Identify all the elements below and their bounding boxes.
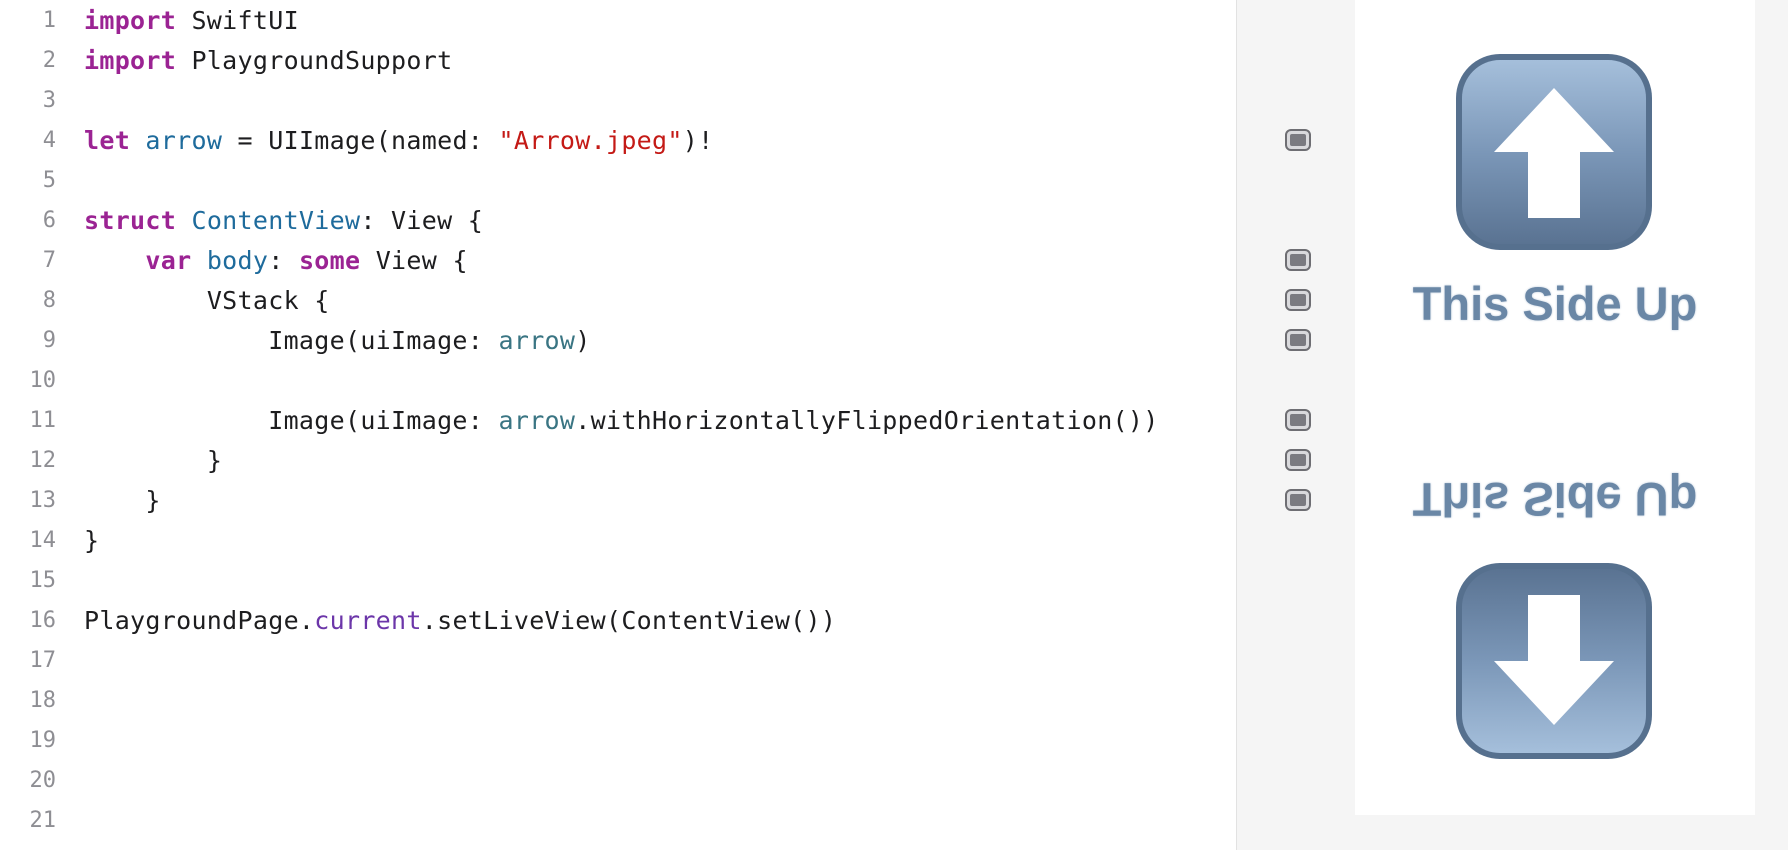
code-text: }	[84, 525, 100, 555]
quick-look-result-icon[interactable]	[1285, 409, 1311, 431]
code-line-7[interactable]: 7 var body: some View {	[0, 240, 468, 280]
line-number: 11	[29, 407, 57, 433]
code-editor[interactable]: 1 import SwiftUI 2 import PlaygroundSupp…	[0, 0, 1236, 850]
line-number: 19	[29, 727, 57, 753]
code-line-10[interactable]: 10	[0, 360, 57, 400]
line-number: 5	[42, 167, 56, 193]
code-text: PlaygroundPage.	[84, 605, 315, 635]
code-text: )	[575, 325, 591, 355]
variable-name: arrow	[145, 125, 223, 155]
property-name: current	[314, 605, 422, 635]
line-number: 9	[42, 327, 56, 353]
line-number: 14	[29, 527, 57, 553]
line-number: 2	[42, 47, 56, 73]
keyword: let	[84, 125, 131, 155]
code-text: .withHorizontallyFlippedOrientation())	[575, 405, 1159, 435]
code-line-3[interactable]: 3	[0, 80, 56, 120]
code-line-8[interactable]: 8 VStack {	[0, 280, 330, 320]
code-line-11[interactable]: 11 Image(uiImage: arrow.withHorizontally…	[0, 400, 1159, 440]
line-number: 10	[29, 367, 57, 393]
code-text: Image(uiImage:	[268, 405, 499, 435]
line-number: 3	[42, 87, 56, 113]
code-line-18[interactable]: 18	[0, 680, 57, 720]
code-text: = UIImage(named:	[222, 125, 499, 155]
line-number: 12	[29, 447, 57, 473]
variable-reference: arrow	[498, 325, 576, 355]
code-line-14[interactable]: 14 }	[0, 520, 100, 560]
quick-look-result-icon[interactable]	[1285, 129, 1311, 151]
line-number: 7	[42, 247, 56, 273]
keyword: some	[298, 245, 361, 275]
code-line-15[interactable]: 15	[0, 560, 57, 600]
flipped-this-side-up-label: This Side Up	[1412, 473, 1698, 526]
keyword: var	[145, 245, 192, 275]
type-name: ContentView	[191, 205, 361, 235]
this-side-up-label: This Side Up	[1412, 277, 1698, 330]
line-number: 6	[42, 207, 56, 233]
code-line-9[interactable]: 9 Image(uiImage: arrow)	[0, 320, 591, 360]
code-line-1[interactable]: 1 import SwiftUI	[0, 0, 299, 40]
code-line-4[interactable]: 4 let arrow = UIImage(named: "Arrow.jpeg…	[0, 120, 713, 160]
code-text: :	[268, 245, 299, 275]
variable-reference: arrow	[498, 405, 576, 435]
line-number: 21	[29, 807, 57, 833]
line-number: 8	[42, 287, 56, 313]
line-number: 17	[29, 647, 57, 673]
variable-name: body	[206, 245, 269, 275]
line-number: 15	[29, 567, 57, 593]
code-line-12[interactable]: 12 }	[0, 440, 222, 480]
code-line-20[interactable]: 20	[0, 760, 57, 800]
line-number: 13	[29, 487, 57, 513]
arrow-up-icon	[1456, 54, 1652, 250]
code-line-17[interactable]: 17	[0, 640, 57, 680]
results-sidebar	[1236, 0, 1324, 850]
code-line-21[interactable]: 21	[0, 800, 57, 840]
keyword: import	[84, 5, 177, 35]
live-view-panel: This Side Up This Side Up	[1323, 0, 1788, 850]
code-text: }	[145, 485, 161, 515]
code-text: SwiftUI	[176, 5, 299, 35]
string-literal: "Arrow.jpeg"	[498, 125, 683, 155]
quick-look-result-icon[interactable]	[1285, 489, 1311, 511]
code-line-5[interactable]: 5	[0, 160, 56, 200]
code-text: VStack {	[206, 285, 330, 315]
line-number: 18	[29, 687, 57, 713]
code-text: : View {	[360, 205, 484, 235]
code-text: }	[206, 445, 223, 475]
code-text: )!	[682, 125, 714, 155]
quick-look-result-icon[interactable]	[1285, 249, 1311, 271]
code-line-19[interactable]: 19	[0, 720, 57, 760]
code-line-16[interactable]: 16 PlaygroundPage.current.setLiveView(Co…	[0, 600, 836, 640]
line-number: 1	[42, 7, 56, 33]
quick-look-result-icon[interactable]	[1285, 449, 1311, 471]
line-number: 20	[29, 767, 57, 793]
code-text: View {	[360, 245, 468, 275]
code-line-6[interactable]: 6 struct ContentView: View {	[0, 200, 483, 240]
quick-look-result-icon[interactable]	[1285, 329, 1311, 351]
code-text: .setLiveView(ContentView())	[421, 605, 837, 635]
line-number: 4	[42, 127, 56, 153]
keyword: struct	[84, 205, 177, 235]
code-line-13[interactable]: 13 }	[0, 480, 161, 520]
keyword: import	[84, 45, 177, 75]
live-view-canvas: This Side Up This Side Up	[1355, 0, 1755, 815]
arrow-down-icon	[1456, 563, 1652, 759]
code-text: Image(uiImage:	[268, 325, 499, 355]
code-text: PlaygroundSupport	[176, 45, 453, 75]
quick-look-result-icon[interactable]	[1285, 289, 1311, 311]
code-line-2[interactable]: 2 import PlaygroundSupport	[0, 40, 452, 80]
line-number: 16	[29, 607, 57, 633]
